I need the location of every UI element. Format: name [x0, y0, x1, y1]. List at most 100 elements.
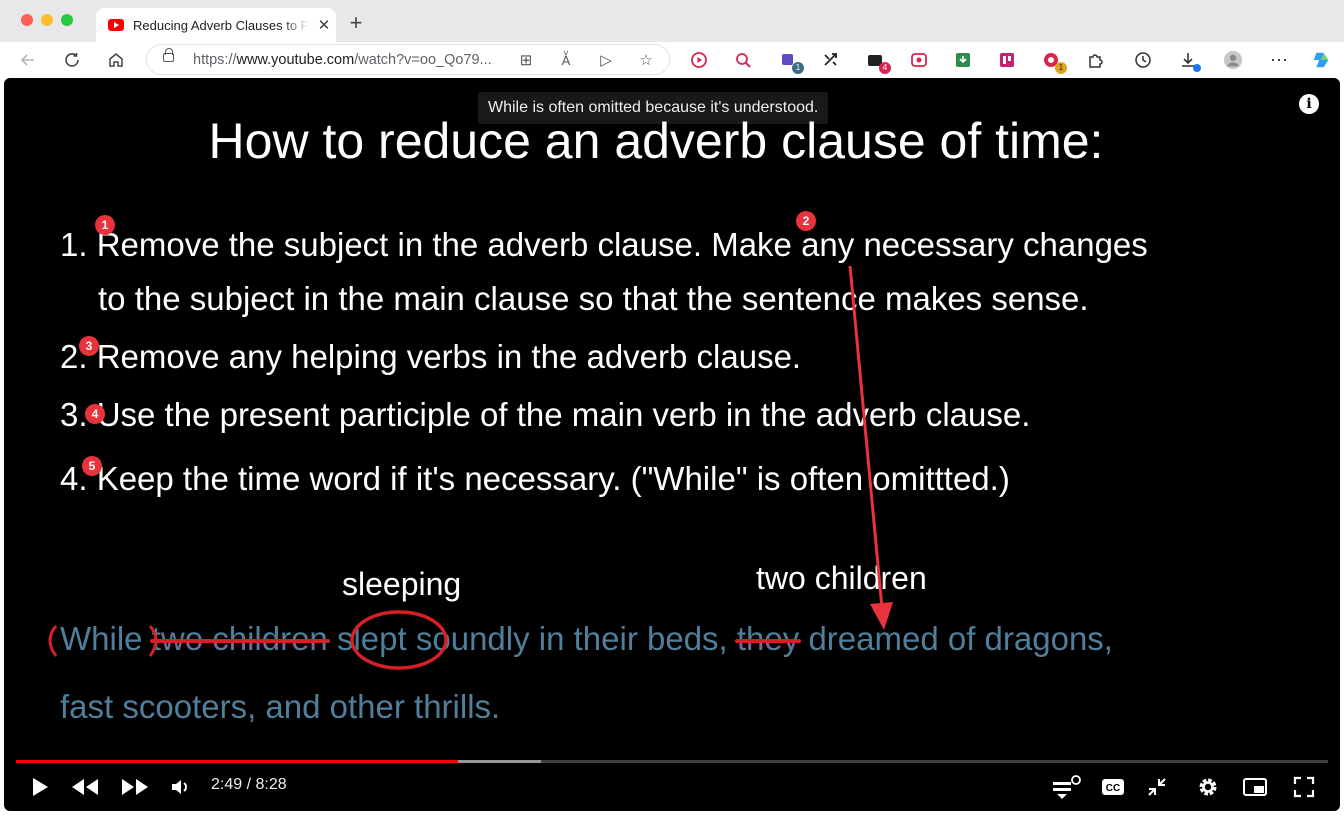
copilot-button[interactable]: [1311, 50, 1331, 70]
download-indicator: [1193, 64, 1201, 72]
fullscreen-icon: [1293, 776, 1315, 798]
history-button[interactable]: [1133, 50, 1153, 70]
sentence-end: dreamed of dragons,: [808, 620, 1113, 657]
browser-toolbar: https://www.youtube.com/watch?v=oo_Qo79.…: [0, 42, 1344, 78]
example-sentence-line-1: While two children slept soundly in thei…: [60, 620, 1113, 658]
reload-button[interactable]: [58, 46, 86, 74]
profile-button[interactable]: [1223, 50, 1243, 70]
active-tab[interactable]: Reducing Adverb Clauses to Phrases ✕: [96, 8, 336, 42]
kanban-icon: [1000, 53, 1014, 67]
cc-icon: CC: [1102, 779, 1124, 795]
previous-button[interactable]: [68, 772, 102, 802]
rewind-icon: [72, 779, 98, 795]
volume-icon: [172, 780, 187, 794]
gear-icon: [1199, 778, 1217, 796]
picture-in-picture-button[interactable]: [1240, 772, 1270, 802]
extension-badge: 1: [792, 62, 804, 74]
url-path: /watch?v=oo_Qo79...: [354, 52, 492, 68]
shuffle-icon: [824, 53, 837, 66]
extensions-button[interactable]: [1085, 50, 1105, 70]
puzzle-icon: [1089, 54, 1103, 68]
slide-title: How to reduce an adverb clause of time:: [208, 113, 1104, 169]
fullscreen-button[interactable]: [1289, 772, 1319, 802]
reload-icon: [65, 53, 79, 67]
progress-played: [16, 760, 459, 763]
tab-close-button[interactable]: ✕: [315, 16, 333, 34]
history-icon: [1135, 52, 1151, 68]
read-aloud-icon[interactable]: Aͮ: [555, 49, 577, 71]
play-circle-icon: [691, 52, 707, 68]
zoom-window-button[interactable]: [61, 14, 73, 26]
time-display: 2:49 / 8:28: [211, 776, 287, 793]
extension-badge: 1: [1055, 62, 1067, 74]
back-button[interactable]: [14, 46, 42, 74]
annotation-marker-5[interactable]: 5: [82, 456, 102, 476]
info-button[interactable]: i: [1299, 94, 1319, 114]
more-dots-icon: ⋯: [1270, 49, 1288, 70]
home-button[interactable]: [102, 46, 130, 74]
fast-forward-icon: [122, 779, 148, 795]
favorite-star-icon[interactable]: ☆: [635, 49, 657, 71]
extension-badge: 4: [879, 62, 891, 74]
back-arrow-icon: [20, 54, 34, 66]
close-window-button[interactable]: [21, 14, 33, 26]
play-button[interactable]: [26, 772, 54, 802]
home-icon: [109, 53, 123, 67]
url-host: www.youtube.com: [236, 52, 355, 68]
progress-bar[interactable]: [16, 760, 1328, 763]
download-extension-icon[interactable]: [953, 50, 973, 70]
minimize-window-button[interactable]: [41, 14, 53, 26]
lock-icon: [163, 48, 174, 62]
playlist-settings-icon: [1053, 775, 1081, 799]
example-sentence-line-2: fast scooters, and other thrills.: [60, 688, 501, 725]
miniplayer-button[interactable]: [1142, 772, 1172, 802]
annotation-marker-4[interactable]: 4: [85, 404, 105, 424]
tab-title: Reducing Adverb Clauses to Phrases: [133, 17, 309, 33]
address-bar[interactable]: https://www.youtube.com/watch?v=oo_Qo79.…: [146, 44, 670, 75]
annotation-marker-1[interactable]: 1: [95, 215, 115, 235]
url-text: https://www.youtube.com/watch?v=oo_Qo79.…: [193, 52, 492, 68]
camera-extension-icon[interactable]: 4: [865, 50, 891, 74]
shuffle-extension-icon[interactable]: [821, 50, 841, 70]
tab-strip: Reducing Adverb Clauses to Phrases ✕ +: [0, 0, 1344, 42]
svg-text:CC: CC: [1106, 783, 1120, 794]
play-icon: [33, 778, 48, 796]
search-extension-icon[interactable]: [733, 50, 753, 70]
sentence-middle: soundly in their beds,: [415, 620, 728, 657]
recorder-extension-icon[interactable]: 1: [1041, 50, 1067, 74]
replacement-word-two-children: two children: [756, 560, 927, 596]
step-1-line-1: 1. Remove the subject in the adverb clau…: [60, 226, 1148, 263]
pip-icon: [1243, 778, 1267, 796]
screen-recorder-extension-icon[interactable]: [909, 50, 929, 70]
record-icon: [911, 53, 927, 67]
settings-button[interactable]: [1193, 772, 1223, 802]
annotation-marker-3[interactable]: 3: [79, 336, 99, 356]
collapse-arrows-icon: [1148, 778, 1166, 796]
annotation-marker-2[interactable]: 2: [796, 211, 816, 231]
url-scheme: https://: [193, 52, 237, 68]
app-available-icon[interactable]: ⊞: [515, 49, 537, 71]
step-1-line-2: to the subject in the main clause so tha…: [98, 280, 1089, 317]
board-extension-icon[interactable]: [997, 50, 1017, 70]
captions-button[interactable]: CC: [1098, 772, 1128, 802]
step-3: 3. Use the present participle of the mai…: [60, 396, 1031, 433]
download-box-icon: [956, 53, 970, 67]
avatar-icon: [1223, 50, 1243, 70]
youtube-favicon-icon: [108, 19, 124, 31]
autoplay-settings-button[interactable]: [1046, 772, 1084, 802]
copilot-icon: [1313, 52, 1329, 68]
downloads-button[interactable]: [1178, 50, 1201, 72]
immersive-reader-icon[interactable]: ▷: [595, 49, 617, 71]
step-2: 2. Remove any helping verbs in the adver…: [60, 338, 802, 375]
more-menu-button[interactable]: ⋯: [1269, 50, 1289, 70]
next-button[interactable]: [118, 772, 152, 802]
video-extension-icon[interactable]: [689, 50, 709, 70]
video-player[interactable]: While is often omitted because it's unde…: [4, 78, 1340, 811]
word-two-children: two children: [151, 620, 328, 657]
new-tab-button[interactable]: +: [344, 10, 368, 36]
volume-button[interactable]: [168, 772, 194, 802]
replacement-word-sleeping: sleeping: [342, 566, 462, 602]
word-slept: slept: [336, 620, 407, 657]
open-parenthesis-mark: [48, 625, 58, 657]
puzzle-tool-extension-icon[interactable]: 1: [778, 50, 804, 74]
